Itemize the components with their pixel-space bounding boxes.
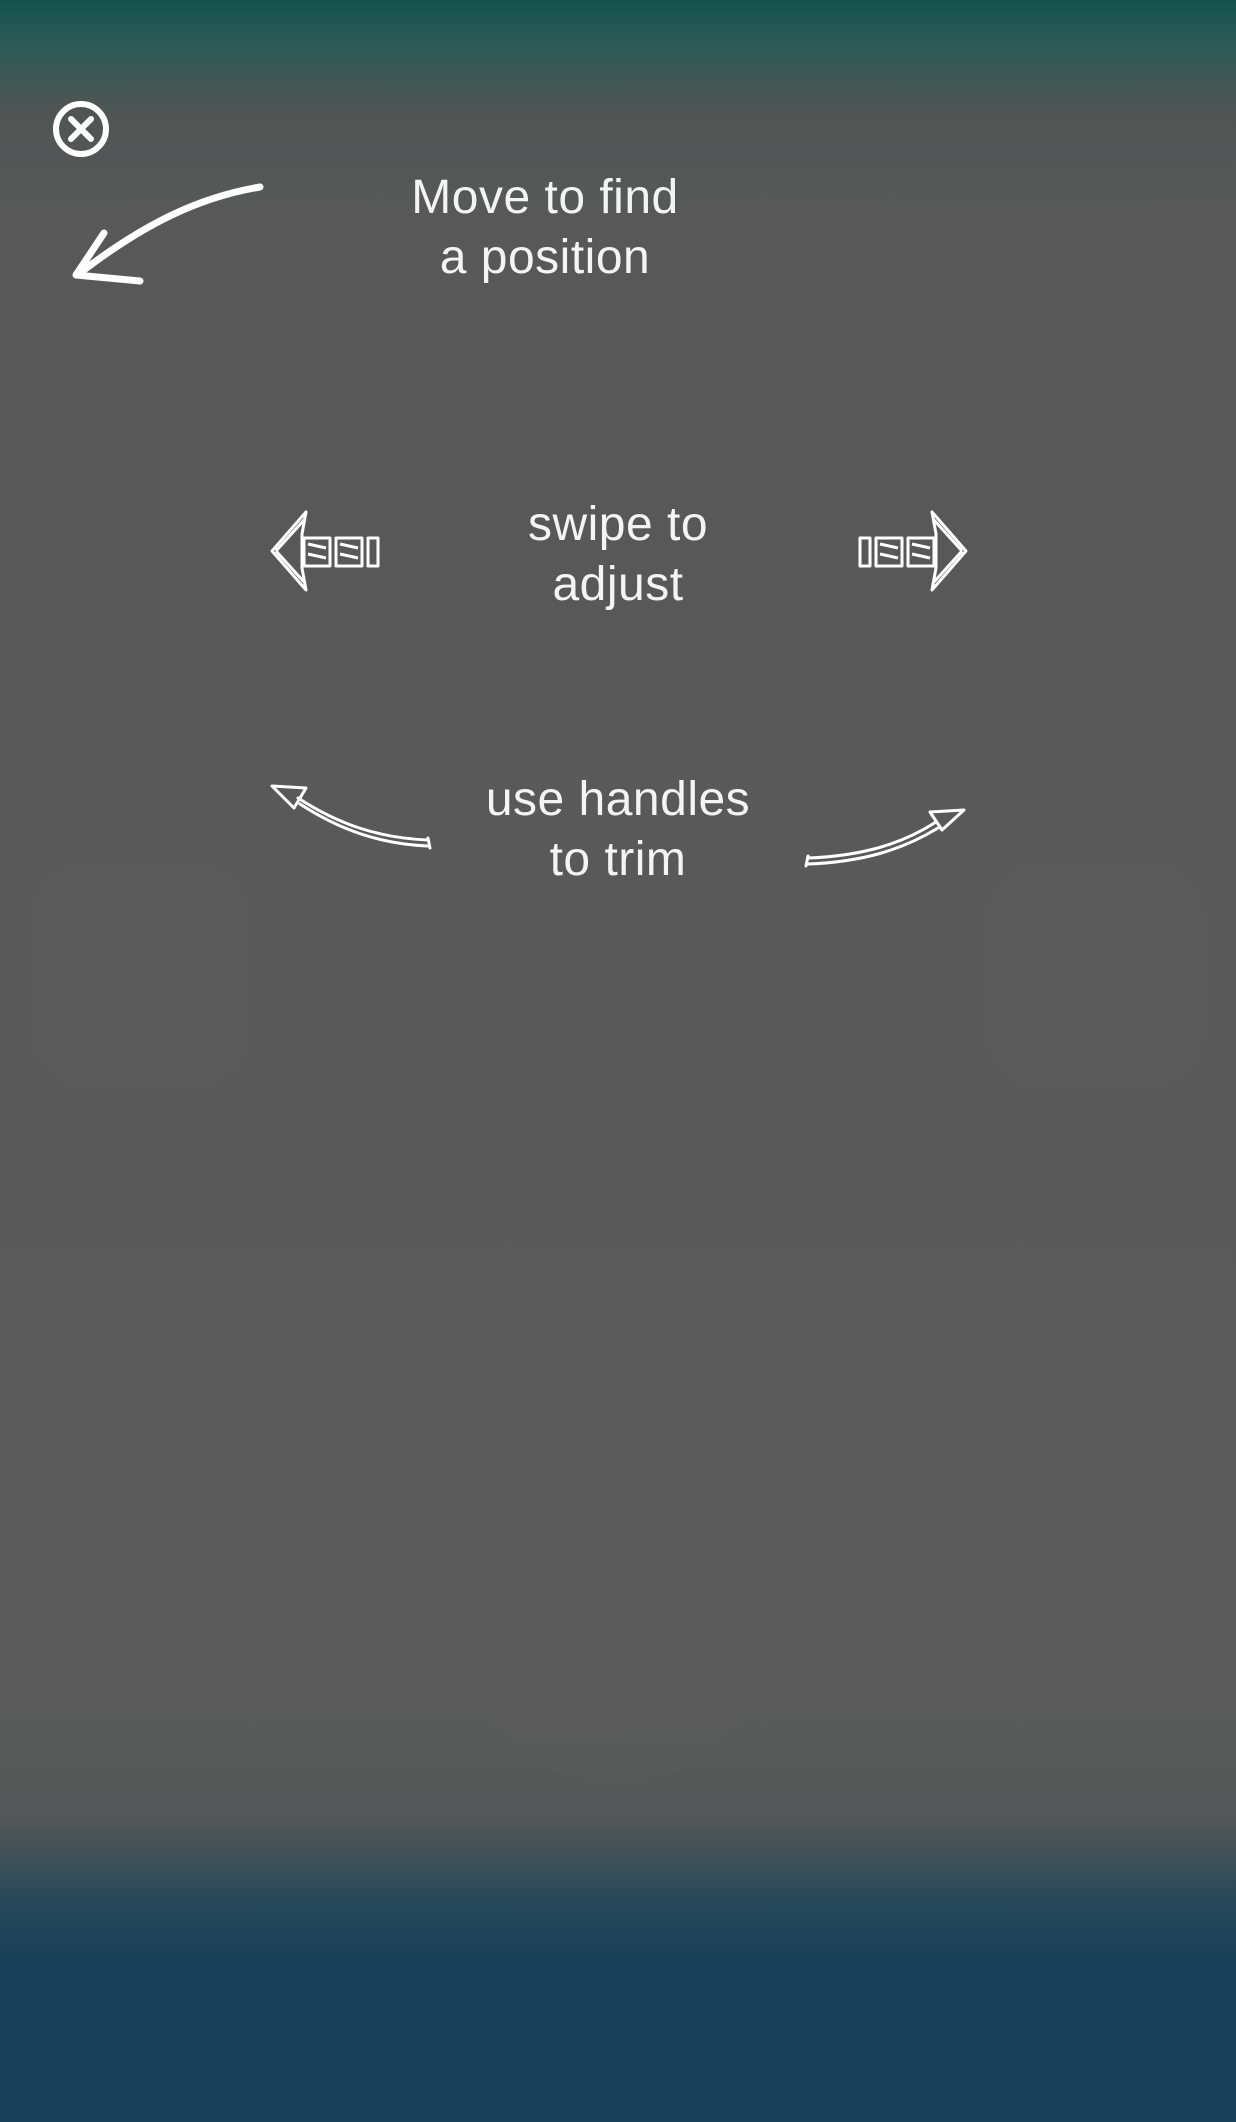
underlying-toolbar (230, 300, 1000, 450)
underlying-record-button (465, 1485, 765, 1785)
sketch-arrow-right-icon (858, 510, 968, 592)
curved-arrow-up-left-icon (270, 784, 432, 850)
move-hint-text: Move to find a position (370, 168, 720, 288)
curved-arrow-up-right-icon (804, 808, 966, 868)
move-hint-line2: a position (439, 231, 651, 284)
close-button[interactable] (50, 98, 112, 160)
move-hint-line1: Move to find (411, 171, 679, 224)
sketch-arrow-left-icon (270, 510, 380, 592)
curved-arrow-down-left-icon (72, 183, 264, 285)
underlying-left-handle (30, 860, 250, 1090)
trim-hint-line2: to trim (549, 833, 687, 886)
swipe-hint-line2: adjust (552, 558, 684, 611)
swipe-hint-line1: swipe to (527, 498, 709, 551)
trim-hint-text: use handles to trim (440, 770, 796, 890)
underlying-right-handle (985, 860, 1205, 1090)
swipe-hint-text: swipe to adjust (440, 495, 796, 615)
trim-hint-line1: use handles (485, 773, 751, 826)
close-circle-icon (53, 101, 109, 157)
